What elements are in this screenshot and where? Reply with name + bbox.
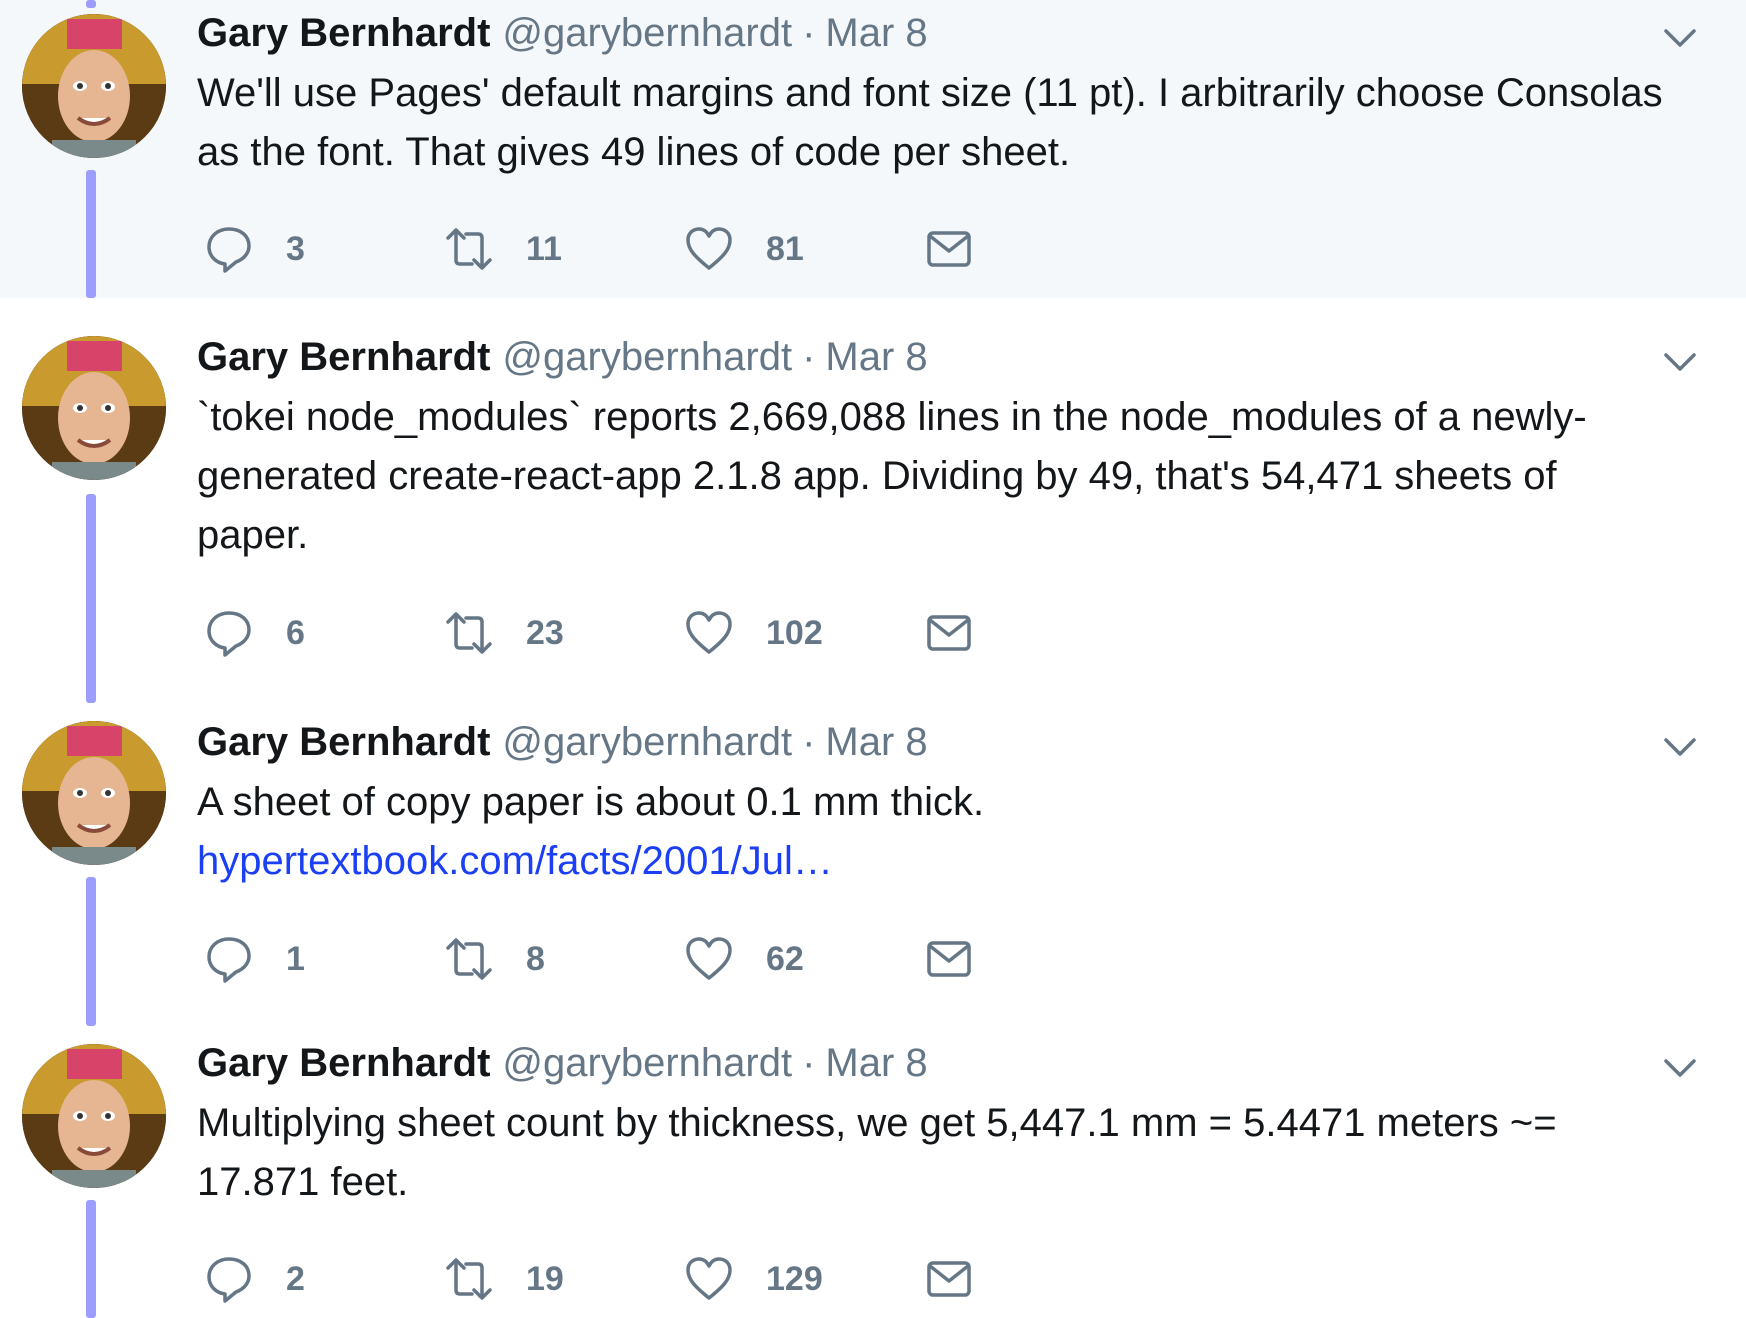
- heart-icon[interactable]: [684, 934, 734, 984]
- chevron-down-icon[interactable]: [1660, 18, 1700, 58]
- chevron-down-icon[interactable]: [1660, 727, 1700, 767]
- tweet-date[interactable]: Mar 8: [825, 720, 927, 764]
- author-name[interactable]: Gary Bernhardt: [197, 720, 490, 764]
- avatar[interactable]: [22, 1044, 166, 1188]
- reply-icon[interactable]: [204, 224, 254, 274]
- tweet-header: Gary Bernhardt @garybernhardt · Mar 8: [197, 8, 928, 58]
- chevron-down-icon[interactable]: [1660, 342, 1700, 382]
- reply-icon[interactable]: [204, 934, 254, 984]
- like-count: 102: [766, 614, 823, 652]
- like-count: 129: [766, 1260, 823, 1298]
- heart-icon[interactable]: [684, 224, 734, 274]
- tweet-date[interactable]: Mar 8: [825, 11, 927, 55]
- reply-icon[interactable]: [204, 608, 254, 658]
- retweet-count: 23: [526, 614, 564, 652]
- envelope-icon[interactable]: [924, 608, 974, 658]
- envelope-icon[interactable]: [924, 1254, 974, 1304]
- avatar-photo: [22, 1044, 166, 1188]
- separator: ·: [802, 720, 816, 764]
- tweet-body: Multiplying sheet count by thickness, we…: [197, 1101, 1557, 1204]
- tweet[interactable]: Gary Bernhardt @garybernhardt · Mar 8 A she…: [0, 703, 1746, 1026]
- tweet-body: We'll use Pages' default margins and fon…: [197, 71, 1663, 174]
- tweet-header: Gary Bernhardt @garybernhardt · Mar 8: [197, 332, 928, 382]
- avatar[interactable]: [22, 721, 166, 865]
- reply-count: 1: [286, 940, 305, 978]
- retweet-count: 19: [526, 1260, 564, 1298]
- separator: ·: [802, 335, 816, 379]
- tweet-actions: 6 23 102: [0, 608, 1746, 668]
- tweet-actions: 2 19 129: [0, 1254, 1746, 1314]
- tweet-actions: 3 11 81: [0, 224, 1746, 284]
- like-count: 62: [766, 940, 804, 978]
- avatar-photo: [22, 721, 166, 865]
- envelope-icon[interactable]: [924, 934, 974, 984]
- tweet[interactable]: Gary Bernhardt @garybernhardt · Mar 8 Multi…: [0, 1026, 1746, 1318]
- tweet-body: `tokei node_modules` reports 2,669,088 l…: [197, 395, 1587, 557]
- avatar-photo: [22, 336, 166, 480]
- tweet[interactable]: Gary Bernhardt @garybernhardt · Mar 8 `toke…: [0, 298, 1746, 703]
- retweet-icon[interactable]: [444, 1254, 494, 1304]
- tweet-header: Gary Bernhardt @garybernhardt · Mar 8: [197, 1038, 928, 1088]
- tweet-text: `tokei node_modules` reports 2,669,088 l…: [197, 388, 1677, 565]
- retweet-count: 8: [526, 940, 545, 978]
- tweet-body: A sheet of copy paper is about 0.1 mm th…: [197, 780, 985, 824]
- author-handle[interactable]: @garybernhardt: [502, 335, 792, 379]
- envelope-icon[interactable]: [924, 224, 974, 274]
- thread-line: [86, 494, 96, 703]
- retweet-icon[interactable]: [444, 608, 494, 658]
- author-name[interactable]: Gary Bernhardt: [197, 11, 490, 55]
- separator: ·: [802, 1041, 816, 1085]
- tweet-text: We'll use Pages' default margins and fon…: [197, 64, 1677, 182]
- heart-icon[interactable]: [684, 608, 734, 658]
- thread-line-top: [86, 0, 96, 8]
- author-handle[interactable]: @garybernhardt: [502, 720, 792, 764]
- reply-icon[interactable]: [204, 1254, 254, 1304]
- chevron-down-icon[interactable]: [1660, 1048, 1700, 1088]
- retweet-icon[interactable]: [444, 224, 494, 274]
- tweet-text: A sheet of copy paper is about 0.1 mm th…: [197, 773, 1677, 891]
- tweet-actions: 1 8 62: [0, 934, 1746, 994]
- avatar[interactable]: [22, 336, 166, 480]
- like-count: 81: [766, 230, 804, 268]
- tweet[interactable]: Gary Bernhardt @garybernhardt · Mar 8 We'll…: [0, 0, 1746, 298]
- author-name[interactable]: Gary Bernhardt: [197, 335, 490, 379]
- reply-count: 2: [286, 1260, 305, 1298]
- separator: ·: [802, 11, 816, 55]
- tweet-header: Gary Bernhardt @garybernhardt · Mar 8: [197, 717, 928, 767]
- retweet-icon[interactable]: [444, 934, 494, 984]
- author-handle[interactable]: @garybernhardt: [502, 1041, 792, 1085]
- avatar-photo: [22, 14, 166, 158]
- heart-icon[interactable]: [684, 1254, 734, 1304]
- reply-count: 3: [286, 230, 305, 268]
- author-handle[interactable]: @garybernhardt: [502, 11, 792, 55]
- tweet-text: Multiplying sheet count by thickness, we…: [197, 1094, 1677, 1212]
- reply-count: 6: [286, 614, 305, 652]
- tweet-date[interactable]: Mar 8: [825, 1041, 927, 1085]
- author-name[interactable]: Gary Bernhardt: [197, 1041, 490, 1085]
- retweet-count: 11: [526, 230, 562, 268]
- tweet-link[interactable]: hypertextbook.com/facts/2001/Jul…: [197, 832, 1677, 891]
- avatar[interactable]: [22, 14, 166, 158]
- tweet-date[interactable]: Mar 8: [825, 335, 927, 379]
